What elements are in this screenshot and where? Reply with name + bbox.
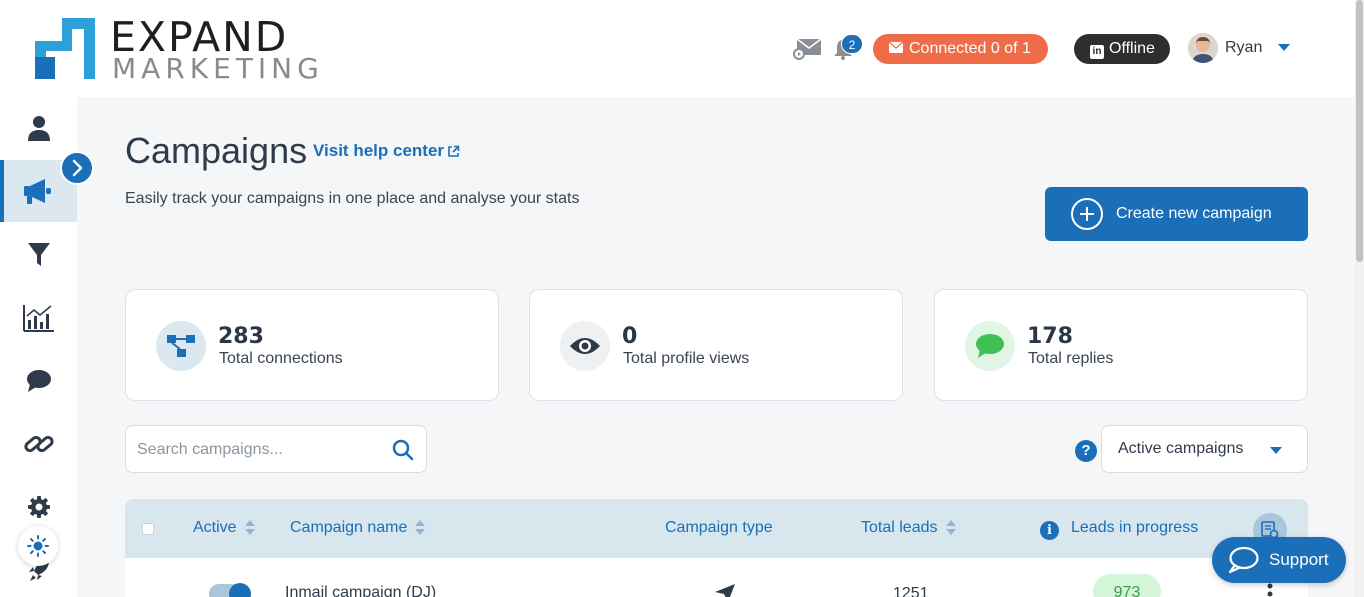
sort-icon [415, 519, 426, 536]
stat-card-connections: 283 Total connections [125, 289, 499, 401]
more-options-icon[interactable] [1267, 582, 1273, 597]
logo-word-marketing: MARKETING [112, 52, 324, 85]
sun-icon [27, 535, 49, 557]
campaign-filter-value: Active campaigns [1118, 440, 1244, 457]
chevron-down-icon [1270, 447, 1282, 454]
user-icon [27, 116, 50, 141]
info-icon[interactable]: i [1040, 521, 1059, 540]
chat-bubble-icon [1228, 546, 1259, 574]
sidebar-item-integrations[interactable] [0, 413, 77, 475]
connected-status-label: Connected 0 of 1 [909, 40, 1031, 58]
megaphone-icon [23, 179, 51, 204]
expand-marketing-logo[interactable]: EXPAND MARKETING [34, 17, 324, 83]
search-icon[interactable] [392, 439, 414, 461]
leads-in-progress-badge: 973 [1093, 574, 1161, 597]
network-icon [156, 321, 206, 371]
create-campaign-button[interactable]: Create new campaign [1045, 187, 1308, 241]
paper-plane-icon [715, 584, 735, 597]
campaign-active-toggle[interactable] [209, 583, 251, 597]
eye-icon [560, 321, 610, 371]
filter-icon [27, 243, 50, 266]
sidebar-expand-button[interactable] [60, 151, 94, 185]
sort-icon [945, 519, 956, 536]
help-center-link[interactable]: Visit help center [313, 141, 460, 161]
linkedin-status-pill[interactable]: in Offline [1074, 34, 1170, 64]
logo-word-expand: EXPAND [110, 13, 289, 61]
sidebar-item-analytics[interactable] [0, 287, 77, 349]
help-center-label: Visit help center [313, 141, 445, 160]
stat-value: 178 [1027, 324, 1073, 349]
scrollbar-thumb[interactable] [1356, 0, 1363, 262]
top-header: EXPAND MARKETING 2 Connected 0 of 1 in Of… [0, 0, 1355, 97]
external-link-icon [448, 145, 460, 157]
stat-label: Total connections [219, 350, 343, 367]
stat-card-replies: 178 Total replies [934, 289, 1308, 401]
linkedin-status-label: Offline [1109, 40, 1155, 57]
total-leads-value: 1251 [893, 585, 929, 597]
sidebar-item-profile[interactable] [0, 97, 77, 159]
column-label: Campaign name [290, 519, 408, 536]
stat-value: 283 [218, 324, 264, 349]
gear-icon [27, 496, 50, 518]
chat-icon [26, 370, 51, 392]
chevron-right-icon [72, 159, 83, 177]
column-header-campaign-name[interactable]: Campaign name [290, 519, 426, 537]
stat-label: Total replies [1028, 350, 1114, 367]
plus-circle-icon [1071, 198, 1103, 230]
column-label: Campaign type [665, 519, 773, 536]
logo-mark-icon [35, 18, 95, 79]
avatar[interactable] [1188, 33, 1218, 63]
stat-card-profile-views: 0 Total profile views [529, 289, 903, 401]
column-header-campaign-type: Campaign type [665, 519, 773, 537]
select-all-checkbox[interactable] [142, 523, 154, 535]
column-header-leads-in-progress: i Leads in progress [1040, 519, 1198, 540]
page-scrollbar[interactable] [1355, 0, 1364, 597]
campaign-name[interactable]: Inmail campaign (DJ) [285, 584, 436, 597]
sort-icon [244, 519, 255, 536]
stat-label: Total profile views [623, 350, 750, 367]
campaign-filter-select[interactable]: Active campaigns [1101, 425, 1308, 473]
mail-icon[interactable] [793, 36, 823, 60]
link-icon [23, 435, 54, 453]
notification-count-badge: 2 [841, 34, 863, 54]
toggle-knob [229, 583, 251, 597]
help-question-icon[interactable]: ? [1075, 440, 1097, 462]
column-label: Total leads [861, 519, 938, 536]
envelope-icon [888, 34, 904, 64]
campaigns-table-header: Active Campaign name Campaign type Total… [125, 499, 1308, 558]
stat-value: 0 [622, 324, 638, 349]
linkedin-icon: in [1090, 45, 1104, 59]
table-row[interactable]: Inmail campaign (DJ) 1251 973 [125, 558, 1308, 597]
search-input[interactable] [137, 439, 377, 461]
connected-status-pill[interactable]: Connected 0 of 1 [873, 34, 1048, 64]
column-header-total-leads[interactable]: Total leads [861, 519, 956, 537]
analytics-icon [22, 305, 54, 332]
user-name[interactable]: Ryan [1225, 39, 1262, 57]
speech-bubble-icon [965, 321, 1015, 371]
column-header-active[interactable]: Active [193, 519, 255, 537]
theme-toggle-button[interactable] [18, 526, 58, 566]
search-box [125, 425, 427, 473]
column-label: Leads in progress [1071, 519, 1199, 536]
support-button[interactable]: Support [1212, 537, 1346, 583]
support-label: Support [1269, 550, 1329, 569]
chevron-down-icon[interactable] [1278, 44, 1290, 51]
sidebar-item-filters[interactable] [0, 224, 77, 286]
create-campaign-label: Create new campaign [1116, 205, 1272, 222]
sidebar-item-messages[interactable] [0, 350, 77, 412]
column-label: Active [193, 519, 237, 536]
page-subtitle: Easily track your campaigns in one place… [125, 190, 580, 207]
page-title: Campaigns [125, 130, 308, 171]
